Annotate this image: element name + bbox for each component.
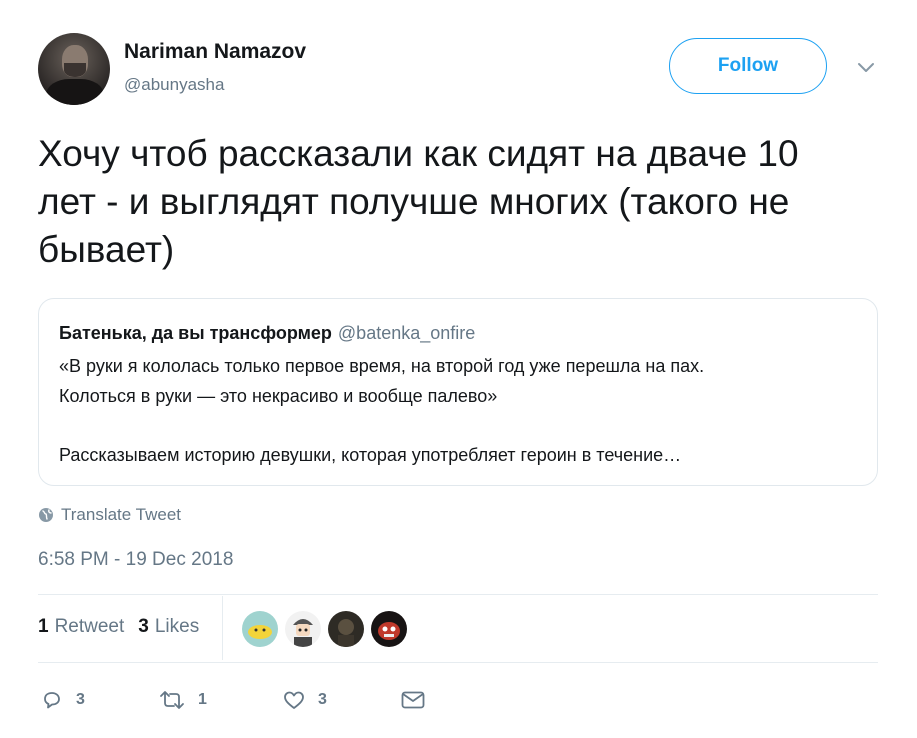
author-handle[interactable]: @abunyasha [124,75,224,95]
likes-label[interactable]: Likes [155,616,199,638]
stats-separator [222,596,223,660]
liker-avatar[interactable] [328,611,364,647]
tweet-actions: 3 1 3 [40,686,426,714]
tweet-stats: 1 Retweet 3 Likes [38,616,199,638]
retweet-button[interactable]: 1 [158,688,282,712]
divider [38,662,878,663]
quoted-text-line: Колоться в руки — это некрасиво и вообще… [59,386,498,406]
liker-avatar[interactable] [285,611,321,647]
direct-message-button[interactable] [400,688,426,712]
liker-avatar[interactable] [242,611,278,647]
retweet-count: 1 [198,691,207,708]
divider [38,594,878,595]
reply-icon [44,692,60,709]
tweet-text-line: лет - и выглядят получше многих (такого … [38,181,790,222]
tweet-text: Хочу чтоб рассказали как сидят на дваче … [38,130,888,274]
quoted-text-line: «В руки я кололась только первое время, … [59,356,705,376]
retweets-label[interactable]: Retweet [55,616,125,638]
quoted-tweet-card[interactable]: Батенька, да вы трансформер @batenka_onfi… [38,298,878,486]
liker-avatar[interactable] [371,611,407,647]
heart-icon [284,691,304,709]
translate-tweet-link[interactable]: Translate Tweet [38,505,181,525]
message-icon [401,691,425,709]
author-name[interactable]: Nariman Namazov [124,40,306,64]
globe-icon [39,508,53,522]
quoted-text-line: Рассказываем историю девушки, которая уп… [59,445,682,465]
retweet-icon [160,691,184,709]
likes-count[interactable]: 3 [138,616,149,638]
translate-label[interactable]: Translate Tweet [61,505,181,525]
follow-button[interactable]: Follow [669,38,827,94]
quoted-tweet-header: Батенька, да вы трансформер @batenka_onfi… [59,323,475,344]
reply-count: 3 [76,691,85,708]
tweet-timestamp[interactable]: 6:58 PM - 19 Dec 2018 [38,549,233,571]
tweet-text-line: бывает) [38,229,175,270]
like-button[interactable]: 3 [282,688,400,712]
quoted-author-name: Батенька, да вы трансформер [59,323,332,343]
tweet-text-line: Хочу чтоб рассказали как сидят на дваче … [38,133,799,174]
like-count: 3 [318,691,327,708]
retweets-count[interactable]: 1 [38,616,49,638]
chevron-down-icon[interactable] [855,58,877,78]
author-avatar[interactable] [38,33,110,105]
quoted-author-handle: @batenka_onfire [337,323,476,343]
reply-button[interactable]: 3 [40,688,158,712]
